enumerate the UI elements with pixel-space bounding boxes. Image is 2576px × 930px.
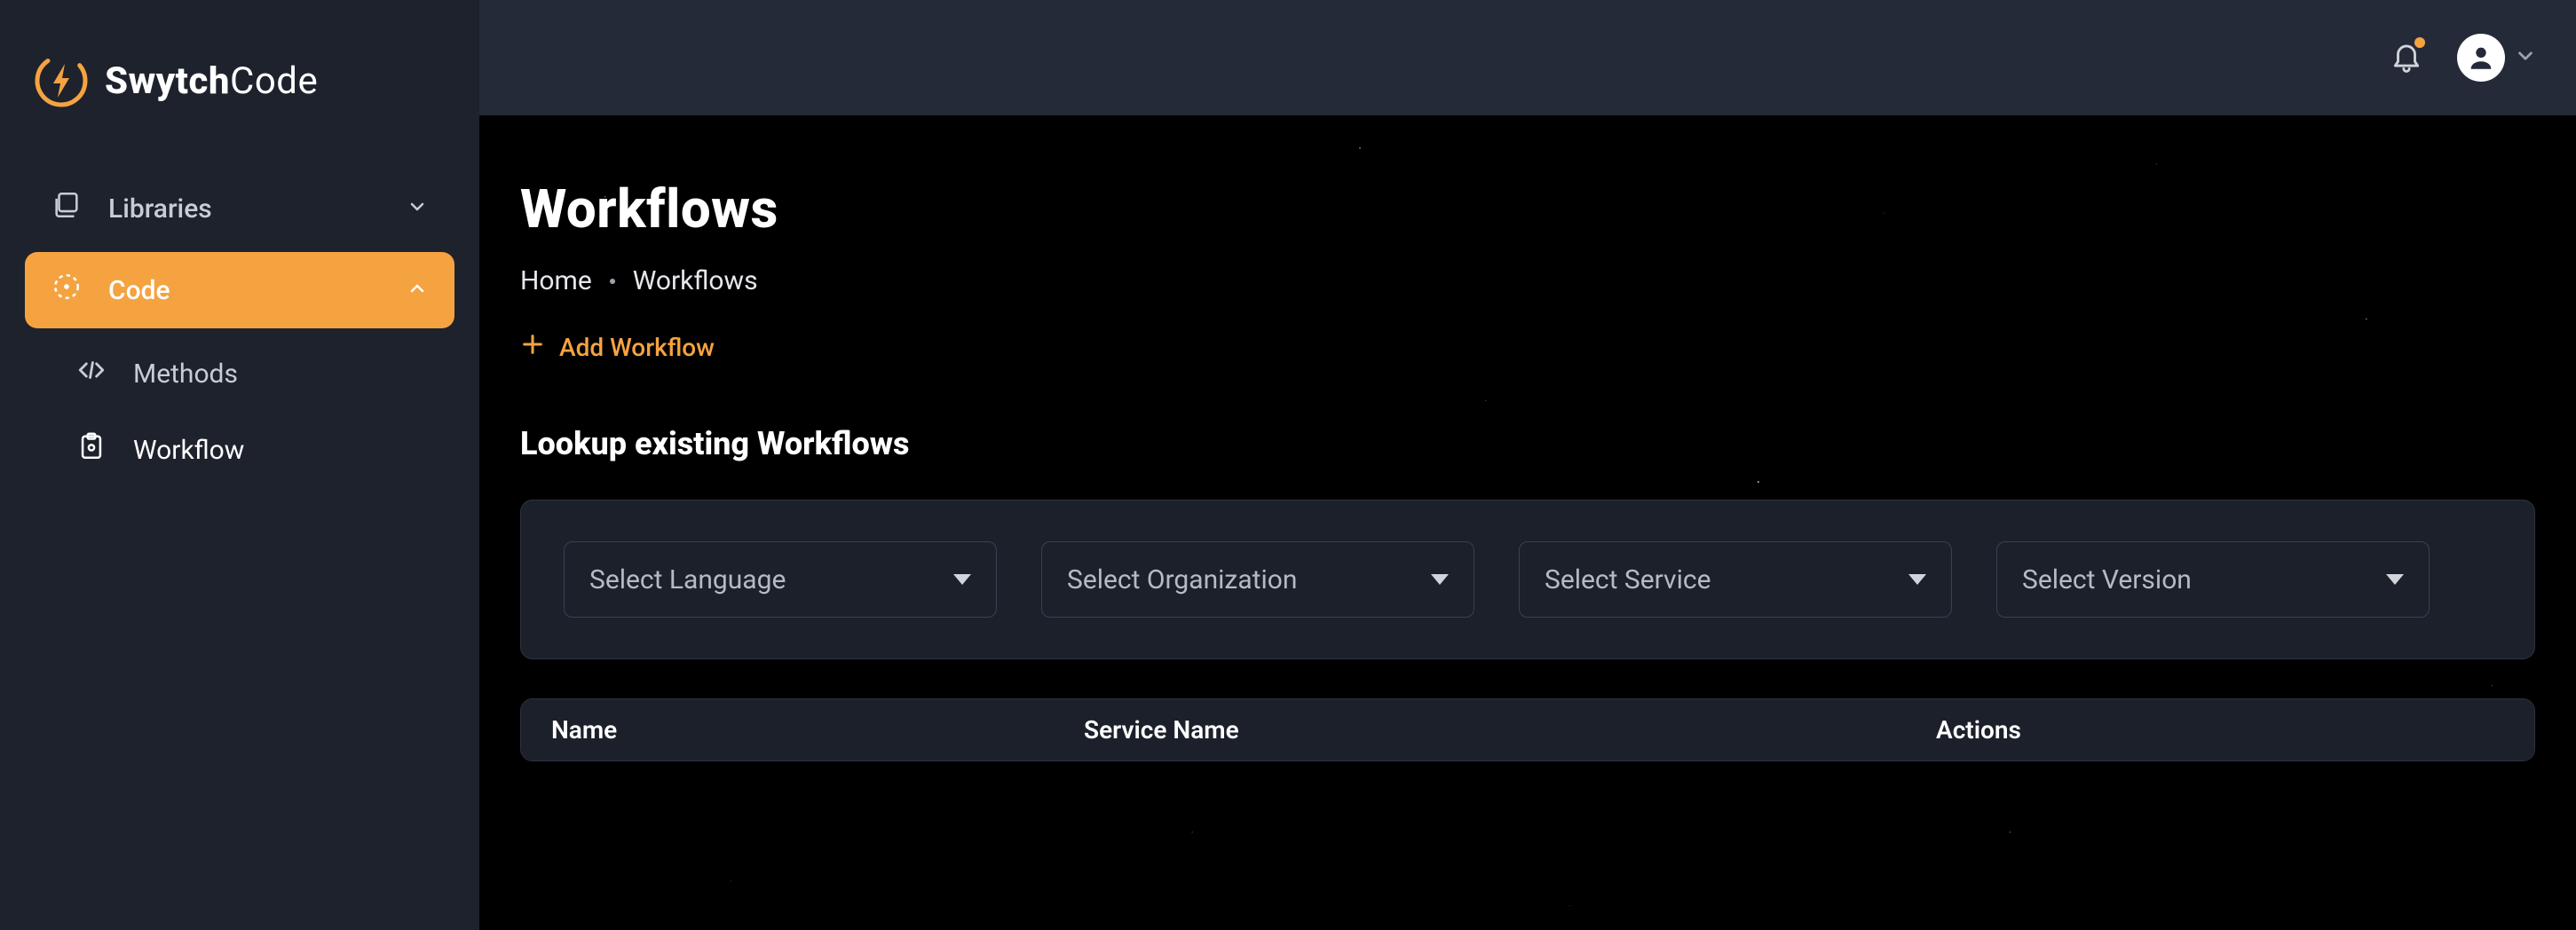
main-pane: Workflows Home Workflows Add Workflow Lo… [479, 0, 2576, 930]
topbar [479, 0, 2576, 115]
add-workflow-label: Add Workflow [559, 333, 715, 362]
page-title: Workflows [520, 177, 2535, 240]
select-placeholder: Select Version [2022, 564, 2192, 595]
notifications-button[interactable] [2390, 39, 2423, 76]
filter-bar: Select Language Select Organization Sele… [520, 500, 2535, 659]
service-select[interactable]: Select Service [1519, 541, 1952, 618]
caret-down-icon [1431, 574, 1449, 585]
caret-down-icon [953, 574, 971, 585]
brand-light: Code [230, 59, 318, 103]
select-placeholder: Select Language [589, 564, 786, 595]
section-title: Lookup existing Workflows [520, 425, 2535, 462]
sidebar-item-code[interactable]: Code [25, 252, 454, 328]
brand-text: SwytchCode [105, 59, 318, 103]
libraries-icon [51, 190, 82, 227]
code-tag-icon [76, 355, 107, 392]
workflows-table: Name Service Name Actions [520, 698, 2535, 761]
brand-bold: Swytch [105, 59, 230, 103]
breadcrumb: Home Workflows [520, 265, 2535, 296]
language-select[interactable]: Select Language [564, 541, 997, 618]
plus-icon [520, 332, 545, 363]
notification-dot-icon [2414, 37, 2425, 48]
organization-select[interactable]: Select Organization [1041, 541, 1474, 618]
chevron-down-icon [407, 193, 428, 225]
sidebar-item-label: Libraries [108, 193, 212, 225]
col-name: Name [551, 715, 1084, 745]
sidebar-subitem-label: Methods [133, 359, 238, 390]
user-menu[interactable] [2457, 34, 2537, 82]
col-actions: Actions [1936, 715, 2504, 745]
bell-icon [2390, 59, 2423, 76]
breadcrumb-home[interactable]: Home [520, 265, 592, 296]
col-service-name: Service Name [1084, 715, 1936, 745]
avatar [2457, 34, 2505, 82]
content-canvas: Workflows Home Workflows Add Workflow Lo… [479, 115, 2576, 930]
caret-down-icon [1908, 574, 1926, 585]
sidebar-subitem-label: Workflow [133, 435, 244, 466]
bolt-circle-icon [34, 53, 89, 108]
sidebar-item-workflow[interactable]: Workflow [50, 412, 454, 488]
sidebar-item-libraries[interactable]: Libraries [25, 170, 454, 247]
code-circle-icon [51, 272, 82, 309]
add-workflow-button[interactable]: Add Workflow [520, 332, 2535, 363]
chevron-up-icon [407, 275, 428, 306]
table-header: Name Service Name Actions [521, 699, 2534, 761]
sidebar-item-label: Code [108, 275, 170, 306]
select-placeholder: Select Organization [1067, 564, 1297, 595]
select-placeholder: Select Service [1545, 564, 1711, 595]
clipboard-icon [76, 431, 107, 469]
chevron-down-icon [2514, 44, 2537, 71]
brand-logo[interactable]: SwytchCode [25, 35, 454, 170]
caret-down-icon [2386, 574, 2404, 585]
sidebar: SwytchCode Libraries [0, 0, 479, 930]
breadcrumb-separator-icon [610, 279, 615, 284]
version-select[interactable]: Select Version [1996, 541, 2430, 618]
breadcrumb-current: Workflows [633, 265, 758, 296]
sidebar-item-methods[interactable]: Methods [50, 335, 454, 412]
